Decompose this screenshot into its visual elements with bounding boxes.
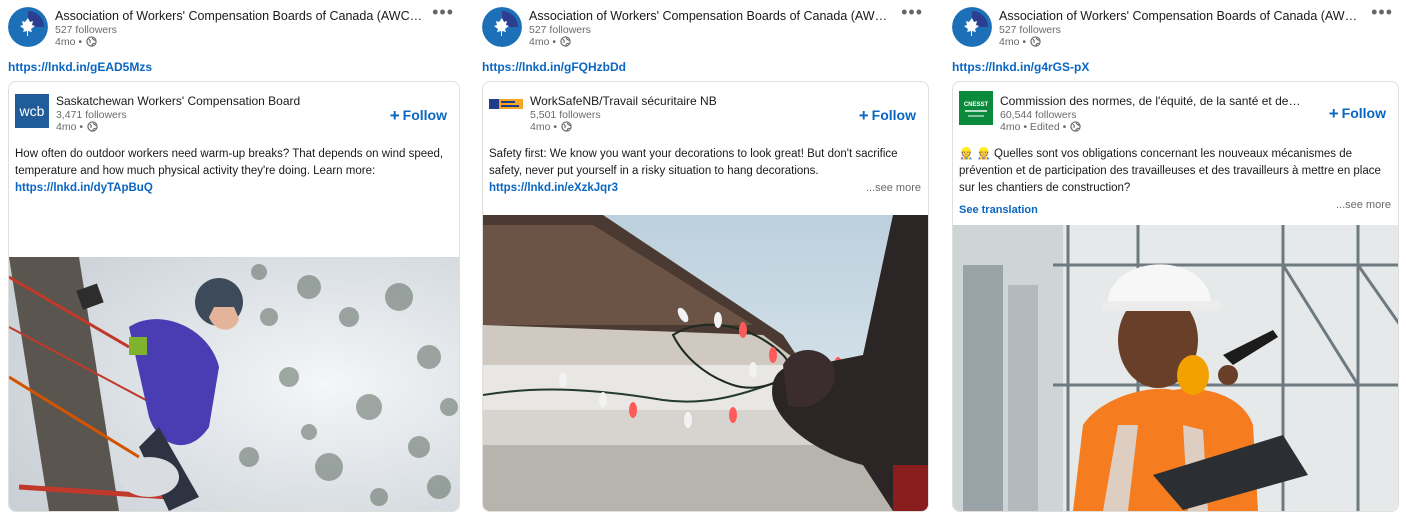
post-link[interactable]: https://lnkd.in/gFQHzbDd: [482, 59, 929, 75]
shared-post-header: CNESST Commission des normes, de l'équit…: [953, 82, 1398, 138]
shared-author-followers: 60,544 followers: [1000, 109, 1077, 121]
feed-post-1: Association of Workers' Compensation Boa…: [8, 0, 460, 512]
shared-post-body: 👷 👷 Quelles sont vos obligations concern…: [953, 138, 1398, 211]
worksafenb-logo-icon[interactable]: [489, 96, 523, 130]
shared-post-body: Safety first: We know you want your deco…: [483, 138, 928, 197]
post-header: Association of Workers' Compensation Boa…: [482, 0, 929, 56]
post-header-text: Association of Workers' Compensation Boa…: [999, 8, 1363, 50]
post-image[interactable]: [953, 225, 1398, 511]
post-time-label: 4mo •: [529, 36, 557, 48]
post-link[interactable]: https://lnkd.in/g4rGS-pX: [952, 59, 1399, 75]
post-time: 4mo •: [529, 36, 893, 50]
post-header: Association of Workers' Compensation Boa…: [952, 0, 1399, 56]
plus-icon: +: [389, 106, 400, 125]
globe-icon: [86, 36, 97, 50]
follow-label: Follow: [1341, 105, 1386, 121]
post-time-label: 4mo •: [55, 36, 83, 48]
feed-post-2: Association of Workers' Compensation Boa…: [482, 0, 929, 512]
post-image[interactable]: [9, 257, 459, 511]
plus-icon: +: [1328, 104, 1339, 123]
follow-label: Follow: [871, 107, 916, 123]
shared-post-time-label: 4mo • Edited •: [1000, 121, 1067, 133]
post-header: Association of Workers' Compensation Boa…: [8, 0, 460, 56]
awcbc-logo-icon[interactable]: [482, 7, 522, 47]
shared-post-time: 4mo •: [530, 121, 833, 135]
shared-author-name[interactable]: Saskatchewan Workers' Compensation Board: [56, 94, 364, 109]
more-icon[interactable]: •••: [1371, 3, 1393, 21]
shared-author-followers: 5,501 followers: [530, 109, 601, 121]
shared-post-card: WorkSafeNB/Travail sécuritaire NB 5,501 …: [482, 81, 929, 512]
shared-post-header: wcb Saskatchewan Workers' Compensation B…: [9, 82, 459, 138]
feed-post-3: Association of Workers' Compensation Boa…: [952, 0, 1399, 512]
post-time: 4mo •: [55, 36, 424, 50]
follow-button[interactable]: + Follow: [859, 106, 916, 126]
follow-button[interactable]: + Follow: [1329, 104, 1386, 124]
shared-post-card: wcb Saskatchewan Workers' Compensation B…: [8, 81, 460, 512]
shared-post-header: WorkSafeNB/Travail sécuritaire NB 5,501 …: [483, 82, 928, 138]
shared-author-text: WorkSafeNB/Travail sécuritaire NB 5,501 …: [530, 94, 833, 135]
post-link[interactable]: https://lnkd.in/gEAD5Mzs: [8, 59, 460, 75]
globe-icon: [87, 121, 98, 135]
cnesst-logo-text: CNESST: [964, 102, 989, 108]
cnesst-logo-icon[interactable]: CNESST: [959, 91, 993, 125]
wcb-logo-icon[interactable]: wcb: [15, 94, 49, 128]
worker-emoji-icon: 👷 👷: [959, 148, 991, 160]
shared-author-name[interactable]: Commission des normes, de l'équité, de l…: [1000, 94, 1303, 109]
globe-icon: [561, 121, 572, 135]
see-more-button[interactable]: ...see more: [1336, 197, 1391, 214]
author-name[interactable]: Association of Workers' Compensation Boa…: [529, 8, 893, 24]
see-translation-button[interactable]: See translation: [953, 204, 1398, 216]
shared-author-text: Commission des normes, de l'équité, de l…: [1000, 94, 1303, 135]
feed: Association of Workers' Compensation Boa…: [0, 0, 1406, 512]
shared-author-text: Saskatchewan Workers' Compensation Board…: [56, 94, 364, 135]
shared-post-card: CNESST Commission des normes, de l'équit…: [952, 81, 1399, 512]
post-header-text: Association of Workers' Compensation Boa…: [529, 8, 893, 50]
shared-post-text: Quelles sont vos obligations concernant …: [959, 148, 1381, 194]
shared-author-followers: 3,471 followers: [56, 109, 127, 121]
shared-post-time: 4mo •: [56, 121, 364, 135]
shared-post-time: 4mo • Edited •: [1000, 121, 1303, 135]
more-icon[interactable]: •••: [432, 3, 454, 21]
shared-post-link[interactable]: https://lnkd.in/dyTApBuQ: [15, 182, 153, 194]
author-name[interactable]: Association of Workers' Compensation Boa…: [55, 8, 424, 24]
awcbc-logo-icon[interactable]: [8, 7, 48, 47]
shared-post-text: How often do outdoor workers need warm-u…: [15, 148, 444, 177]
shared-post-body: How often do outdoor workers need warm-u…: [9, 138, 459, 197]
wcb-logo-text: wcb: [19, 103, 45, 119]
see-more-button[interactable]: ...see more: [866, 180, 921, 197]
author-followers: 527 followers: [529, 24, 591, 36]
shared-post-text: Safety first: We know you want your deco…: [489, 148, 898, 177]
globe-icon: [560, 36, 571, 50]
post-image[interactable]: [483, 215, 928, 511]
post-header-text: Association of Workers' Compensation Boa…: [55, 8, 424, 50]
follow-label: Follow: [402, 107, 447, 123]
globe-icon: [1070, 121, 1081, 135]
shared-post-time-label: 4mo •: [56, 121, 84, 133]
post-time: 4mo •: [999, 36, 1363, 50]
globe-icon: [1030, 36, 1041, 50]
author-name[interactable]: Association of Workers' Compensation Boa…: [999, 8, 1363, 24]
shared-post-time-label: 4mo •: [530, 121, 558, 133]
more-icon[interactable]: •••: [901, 3, 923, 21]
plus-icon: +: [858, 106, 869, 125]
post-time-label: 4mo •: [999, 36, 1027, 48]
awcbc-logo-icon[interactable]: [952, 7, 992, 47]
author-followers: 527 followers: [55, 24, 117, 36]
shared-author-name[interactable]: WorkSafeNB/Travail sécuritaire NB: [530, 94, 833, 109]
shared-post-link[interactable]: https://lnkd.in/eXzkJqr3: [489, 182, 618, 194]
author-followers: 527 followers: [999, 24, 1061, 36]
follow-button[interactable]: + Follow: [390, 106, 447, 126]
